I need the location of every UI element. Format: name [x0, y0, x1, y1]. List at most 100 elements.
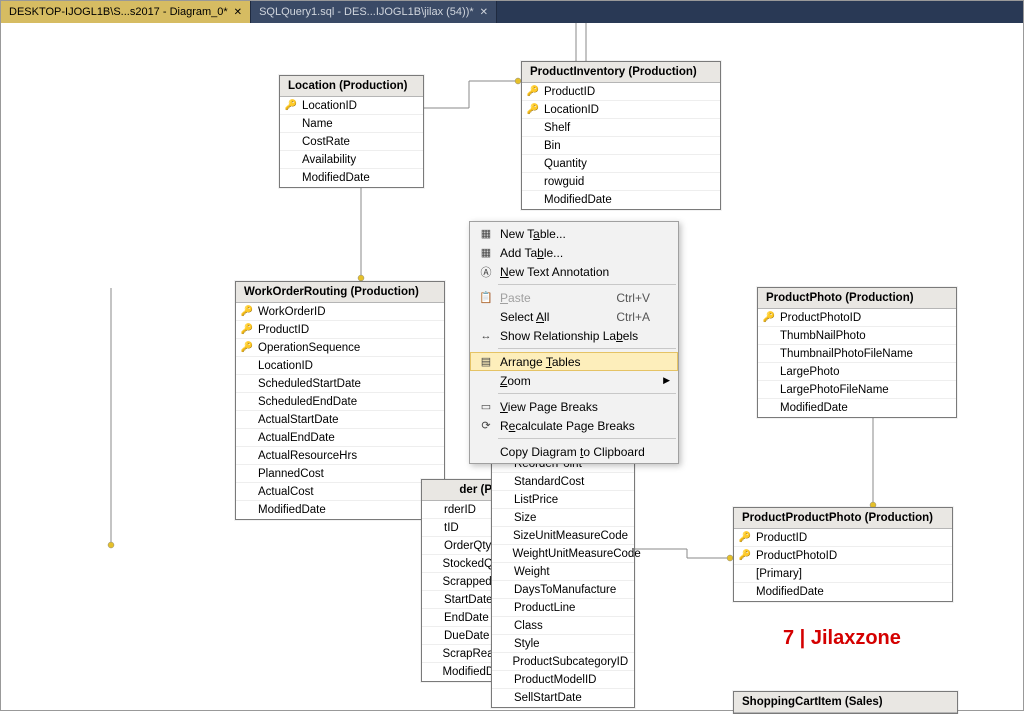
- table-column[interactable]: 🔑rderID: [422, 501, 500, 519]
- table-column[interactable]: 🔑 OperationSequence: [236, 339, 444, 357]
- table-column[interactable]: 🔑Weight: [492, 563, 634, 581]
- table-column[interactable]: 🔑OrderQty: [422, 537, 500, 555]
- table-column[interactable]: 🔑ActualResourceHrs: [236, 447, 444, 465]
- table-column[interactable]: 🔑ThumbnailPhotoFileName: [758, 345, 956, 363]
- primary-key-icon: 🔑: [240, 342, 254, 353]
- menu-item-new-text-annotation[interactable]: ⒶNew Text Annotation: [470, 262, 678, 281]
- table-column[interactable]: 🔑ScheduledEndDate: [236, 393, 444, 411]
- primary-key-icon: 🔑: [496, 512, 510, 523]
- column-name: [Primary]: [756, 568, 802, 580]
- table-column[interactable]: 🔑StockedQty: [422, 555, 500, 573]
- table-column[interactable]: 🔑WorkOrderID: [236, 303, 444, 321]
- table-column[interactable]: 🔑DaysToManufacture: [492, 581, 634, 599]
- table-header: ProductInventory (Production): [522, 62, 720, 83]
- table-column[interactable]: 🔑ProductPhotoID: [734, 547, 952, 565]
- table-column[interactable]: 🔑ModifiedDate: [280, 169, 423, 187]
- table-column[interactable]: 🔑Availability: [280, 151, 423, 169]
- table-column[interactable]: 🔑ActualCost: [236, 483, 444, 501]
- table-column[interactable]: 🔑tID: [422, 519, 500, 537]
- menu-item-copy-diagram-to-clipboard[interactable]: Copy Diagram to Clipboard: [470, 442, 678, 461]
- primary-key-icon: 🔑: [496, 548, 508, 559]
- menu-item-new-table[interactable]: ▦New Table...: [470, 224, 678, 243]
- table-column[interactable]: 🔑Style: [492, 635, 634, 653]
- column-name: Name: [302, 118, 333, 130]
- menu-item-recalculate-page-breaks[interactable]: ⟳Recalculate Page Breaks: [470, 416, 678, 435]
- menu-item-zoom[interactable]: Zoom▶: [470, 371, 678, 390]
- table-column[interactable]: 🔑LargePhotoFileName: [758, 381, 956, 399]
- table-column[interactable]: 🔑LocationID: [280, 97, 423, 115]
- table-product-partial[interactable]: 🔑SafetyStockLevel🔑ReorderPoint🔑StandardC…: [491, 437, 635, 708]
- column-name: OperationSequence: [258, 342, 360, 354]
- column-name: LocationID: [258, 360, 313, 372]
- close-icon[interactable]: ✕: [234, 7, 242, 18]
- table-column[interactable]: 🔑StandardCost: [492, 473, 634, 491]
- table-column[interactable]: 🔑DueDate: [422, 627, 500, 645]
- chevron-right-icon: ▶: [663, 375, 670, 386]
- table-column[interactable]: 🔑SellStartDate: [492, 689, 634, 707]
- table-column[interactable]: 🔑PlannedCost: [236, 465, 444, 483]
- table-column[interactable]: 🔑Bin: [522, 137, 720, 155]
- menu-item-show-relationship-labels[interactable]: ↔Show Relationship Labels: [470, 326, 678, 345]
- tab-diagram[interactable]: DESKTOP-IJOGL1B\S...s2017 - Diagram_0* ✕: [1, 1, 251, 23]
- table-column[interactable]: 🔑ModifiedDate: [758, 399, 956, 417]
- table-header: der (P: [422, 480, 500, 501]
- diagram-canvas[interactable]: Location (Production) 🔑LocationID🔑Name🔑C…: [1, 23, 1023, 710]
- table-work-order-routing[interactable]: WorkOrderRouting (Production) 🔑WorkOrder…: [235, 281, 445, 520]
- table-column[interactable]: 🔑[Primary]: [734, 565, 952, 583]
- table-header: ProductProductPhoto (Production): [734, 508, 952, 529]
- table-column[interactable]: 🔑EndDate: [422, 609, 500, 627]
- table-column[interactable]: 🔑ActualStartDate: [236, 411, 444, 429]
- table-column[interactable]: 🔑ProductLine: [492, 599, 634, 617]
- page-breaks-icon: ▭: [476, 400, 496, 413]
- table-column[interactable]: 🔑ActualEndDate: [236, 429, 444, 447]
- table-column[interactable]: 🔑ListPrice: [492, 491, 634, 509]
- column-name: rowguid: [544, 176, 584, 188]
- table-column[interactable]: 🔑ProductSubcategoryID: [492, 653, 634, 671]
- primary-key-icon: 🔑: [240, 450, 254, 461]
- table-column[interactable]: 🔑Class: [492, 617, 634, 635]
- table-column[interactable]: 🔑Size: [492, 509, 634, 527]
- table-column[interactable]: 🔑SizeUnitMeasureCode: [492, 527, 634, 545]
- table-column[interactable]: 🔑LocationID: [236, 357, 444, 375]
- table-column[interactable]: 🔑ScheduledStartDate: [236, 375, 444, 393]
- close-icon[interactable]: ✕: [480, 7, 488, 18]
- menu-item-add-table[interactable]: ▦Add Table...: [470, 243, 678, 262]
- table-column[interactable]: 🔑ModifiedDate: [522, 191, 720, 209]
- column-name: ActualStartDate: [258, 414, 339, 426]
- table-column[interactable]: 🔑CostRate: [280, 133, 423, 151]
- table-column[interactable]: 🔑ProductID: [236, 321, 444, 339]
- table-column[interactable]: 🔑StartDate: [422, 591, 500, 609]
- table-column[interactable]: 🔑ScrapReasonID: [422, 645, 500, 663]
- table-column[interactable]: 🔑ModifiedDate: [236, 501, 444, 519]
- table-work-order-partial[interactable]: der (P 🔑rderID🔑tID🔑OrderQty🔑StockedQty🔑S…: [421, 479, 501, 682]
- primary-key-icon: 🔑: [284, 118, 298, 129]
- table-column[interactable]: 🔑 Name: [280, 115, 423, 133]
- menu-item-arrange-tables[interactable]: ▤Arrange Tables: [470, 352, 678, 371]
- table-column[interactable]: 🔑ScrappedQty: [422, 573, 500, 591]
- table-product-product-photo[interactable]: ProductProductPhoto (Production) 🔑Produc…: [733, 507, 953, 602]
- column-name: WeightUnitMeasureCode: [512, 548, 640, 560]
- table-column[interactable]: 🔑ModifiedDate: [734, 583, 952, 601]
- table-product-photo[interactable]: ProductPhoto (Production) 🔑ProductPhotoI…: [757, 287, 957, 418]
- primary-key-icon: 🔑: [240, 505, 254, 516]
- primary-key-icon: 🔑: [426, 558, 438, 569]
- table-column[interactable]: 🔑ProductID: [522, 83, 720, 101]
- table-column[interactable]: 🔑Shelf: [522, 119, 720, 137]
- tab-sqlquery[interactable]: SQLQuery1.sql - DES...IJOGL1B\jilax (54)…: [251, 1, 497, 23]
- table-column[interactable]: 🔑ProductPhotoID: [758, 309, 956, 327]
- primary-key-icon: 🔑: [738, 550, 752, 561]
- table-column[interactable]: 🔑WeightUnitMeasureCode: [492, 545, 634, 563]
- table-column[interactable]: 🔑Quantity: [522, 155, 720, 173]
- primary-key-icon: 🔑: [738, 532, 752, 543]
- table-column[interactable]: 🔑ThumbNailPhoto: [758, 327, 956, 345]
- table-column[interactable]: 🔑ModifiedDate: [422, 663, 500, 681]
- table-column[interactable]: 🔑rowguid: [522, 173, 720, 191]
- table-product-inventory[interactable]: ProductInventory (Production) 🔑ProductID…: [521, 61, 721, 210]
- table-column[interactable]: 🔑ProductModelID: [492, 671, 634, 689]
- menu-item-view-page-breaks[interactable]: ▭View Page Breaks: [470, 397, 678, 416]
- table-location[interactable]: Location (Production) 🔑LocationID🔑Name🔑C…: [279, 75, 424, 188]
- table-column[interactable]: 🔑LocationID: [522, 101, 720, 119]
- table-column[interactable]: 🔑LargePhoto: [758, 363, 956, 381]
- table-column[interactable]: 🔑ProductID: [734, 529, 952, 547]
- menu-item-select-all[interactable]: Select AllCtrl+A: [470, 307, 678, 326]
